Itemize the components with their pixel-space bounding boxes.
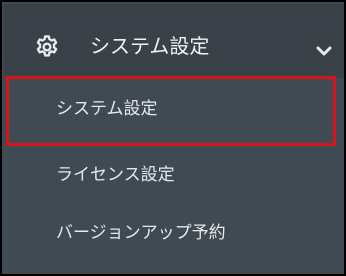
menu-item-label: システム設定 — [56, 99, 158, 119]
menu-item-license-settings[interactable]: ライセンス設定 — [4, 144, 344, 208]
chevron-down-icon[interactable] — [316, 42, 332, 56]
menu-item-system-settings[interactable]: システム設定 — [4, 78, 344, 142]
system-settings-menu-header[interactable]: システム設定 — [4, 4, 344, 78]
menu-item-label: ライセンス設定 — [56, 165, 175, 185]
gear-icon — [34, 34, 60, 60]
settings-menu-panel: システム設定 システム設定 ライセンス設定 バージョンアップ予約 — [0, 0, 346, 276]
menu-item-label: バージョンアップ予約 — [56, 223, 226, 243]
menu-header-label: システム設定 — [90, 34, 210, 58]
menu-item-version-upgrade-reservation[interactable]: バージョンアップ予約 — [4, 202, 344, 266]
